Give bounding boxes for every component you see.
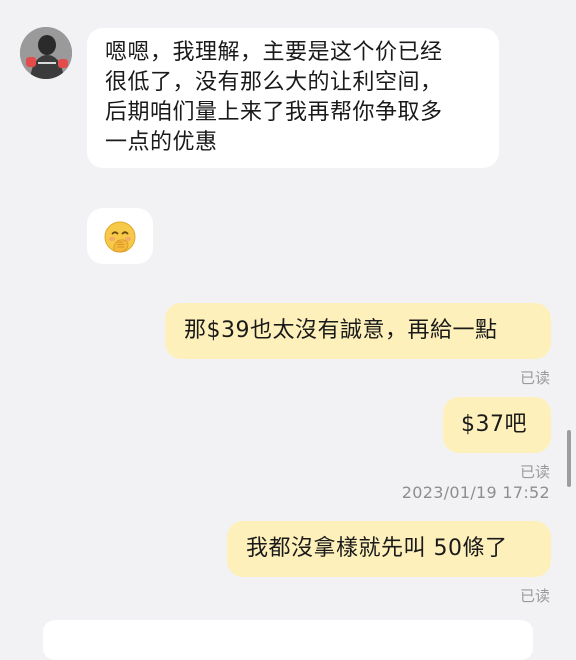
- avatar[interactable]: [20, 27, 72, 79]
- message-text: 嗯嗯，我理解，主要是这个价已经 很低了，没有那么大的让利空间， 后期咱们量上来了…: [105, 38, 481, 158]
- read-receipt: 已读: [519, 463, 550, 481]
- hand-over-mouth-emoji-icon: [104, 221, 136, 253]
- timestamp: 2023/01/19 17:52: [401, 483, 550, 502]
- message-text: 我都沒拿樣就先叫 50條了: [246, 536, 508, 561]
- message-line: 很低了，没有那么大的让利空间，: [105, 70, 443, 95]
- message-bubble-incoming[interactable]: 嗯嗯，我理解，主要是这个价已经 很低了，没有那么大的让利空间， 后期咱们量上来了…: [87, 28, 499, 168]
- message-line: 嗯嗯，我理解，主要是这个价已经: [105, 40, 443, 65]
- message-bubble-outgoing[interactable]: $37吧: [443, 397, 551, 453]
- message-bubble-incoming-emoji[interactable]: [87, 208, 153, 264]
- read-receipt: 已读: [519, 587, 550, 605]
- message-text: $37吧: [461, 412, 527, 437]
- message-bubble-outgoing[interactable]: 那$39也太沒有誠意，再給一點: [165, 303, 551, 359]
- read-receipt: 已读: [519, 369, 550, 387]
- scrollbar[interactable]: [567, 430, 571, 487]
- message-line: 后期咱们量上来了我再帮你争取多: [105, 100, 443, 125]
- message-bubble-outgoing[interactable]: 我都沒拿樣就先叫 50條了: [227, 521, 551, 577]
- avatar-image: [20, 27, 72, 79]
- message-card-partial[interactable]: [43, 620, 533, 660]
- message-text: 那$39也太沒有誠意，再給一點: [184, 318, 498, 343]
- message-line: 一点的优惠: [105, 130, 218, 155]
- chat-thread[interactable]: 嗯嗯，我理解，主要是这个价已经 很低了，没有那么大的让利空间， 后期咱们量上来了…: [0, 0, 576, 660]
